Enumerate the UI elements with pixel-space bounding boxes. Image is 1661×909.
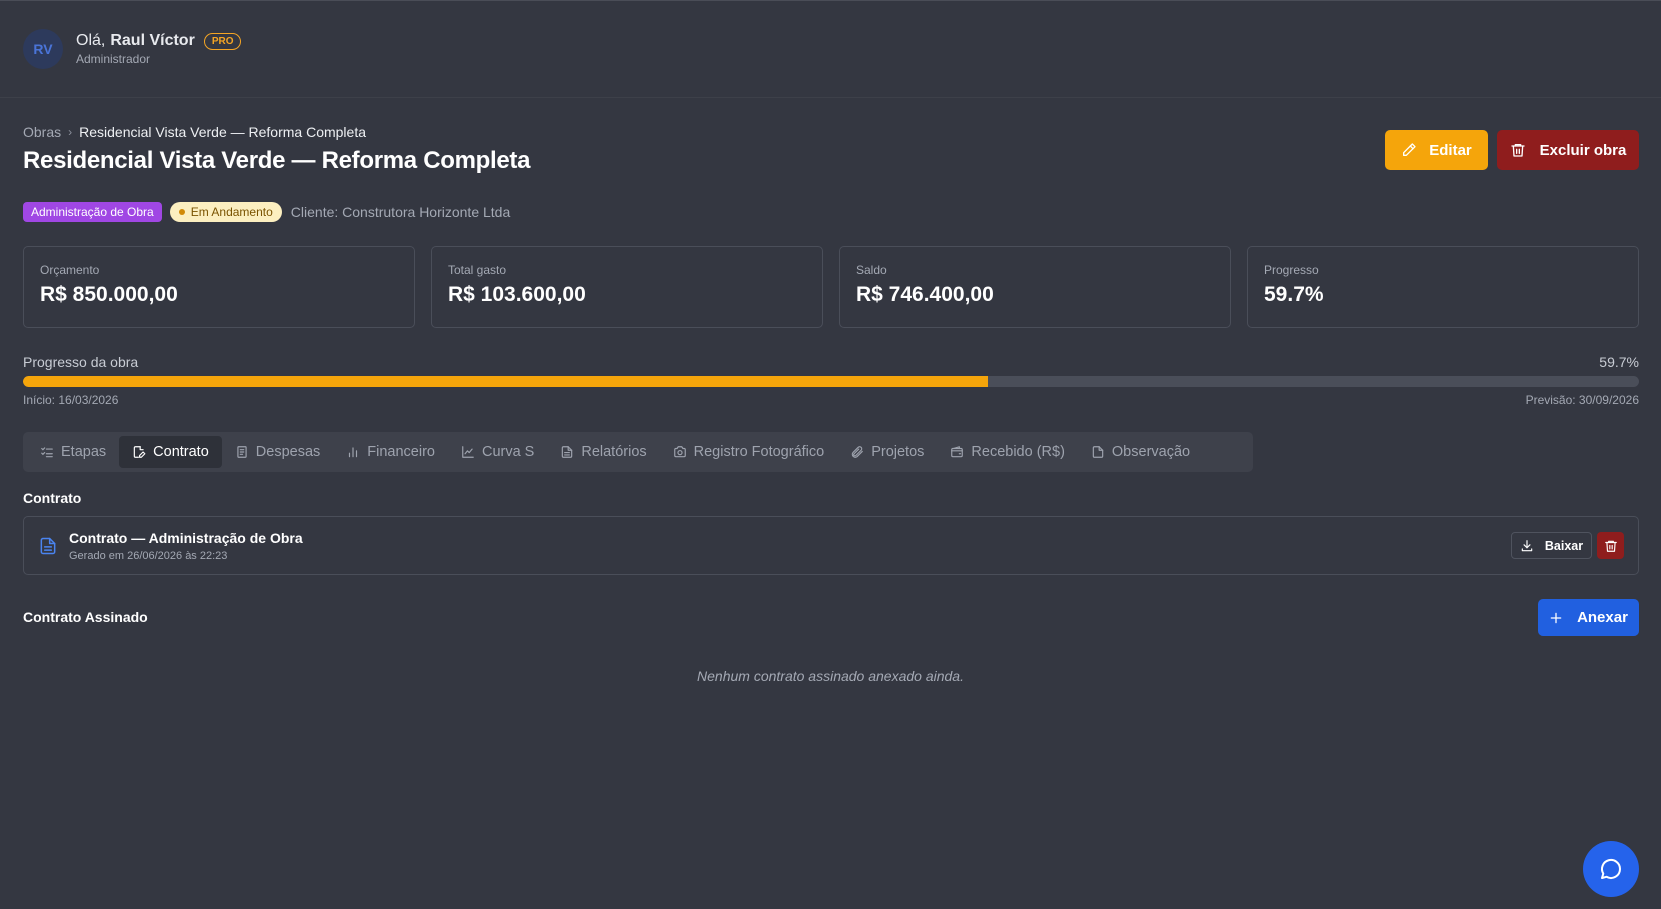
download-icon bbox=[1521, 539, 1533, 551]
delete-obra-button[interactable]: Excluir obra bbox=[1497, 130, 1639, 170]
progress-bar-fill bbox=[23, 376, 988, 387]
card-progresso: Progresso 59.7% bbox=[1247, 246, 1639, 328]
tab-label: Despesas bbox=[255, 444, 321, 460]
tab-registro-fotografico[interactable]: Registro Fotográfico bbox=[660, 436, 838, 468]
tab-label: Registro Fotográfico bbox=[693, 444, 825, 460]
breadcrumb-obras-link[interactable]: Obras bbox=[23, 124, 61, 140]
start-date: Início: 16/03/2026 bbox=[23, 393, 119, 407]
plus-icon bbox=[1550, 612, 1562, 623]
card-label: Orçamento bbox=[40, 263, 100, 277]
card-total-gasto: Total gasto R$ 103.600,00 bbox=[431, 246, 823, 328]
tab-label: Observação bbox=[1111, 444, 1191, 460]
card-value: R$ 850.000,00 bbox=[40, 283, 178, 306]
status-label: Em Andamento bbox=[190, 205, 273, 219]
pro-badge: PRO bbox=[203, 32, 242, 50]
tab-label: Projetos bbox=[871, 444, 925, 460]
type-tag: Administração de Obra bbox=[23, 202, 162, 222]
paperclip-icon bbox=[851, 446, 864, 458]
empty-state-message: Nenhum contrato assinado anexado ainda. bbox=[697, 668, 964, 684]
user-name: Raul Víctor bbox=[110, 32, 195, 49]
tab-financeiro[interactable]: Financeiro bbox=[333, 436, 448, 468]
delete-button-label: Excluir obra bbox=[1539, 141, 1627, 159]
document-icon bbox=[40, 537, 56, 554]
download-button[interactable]: Baixar bbox=[1511, 532, 1592, 559]
receipt-icon bbox=[237, 446, 247, 458]
tab-label: Financeiro bbox=[367, 444, 435, 460]
attach-button[interactable]: Anexar bbox=[1538, 599, 1639, 636]
contract-info: Contrato — Administração de Obra Gerado … bbox=[69, 530, 303, 562]
trash-icon bbox=[1604, 540, 1617, 552]
page-title: Residencial Vista Verde — Reforma Comple… bbox=[23, 147, 531, 174]
file-icon bbox=[1092, 446, 1104, 458]
edit-button[interactable]: Editar bbox=[1385, 130, 1488, 170]
tab-projetos[interactable]: Projetos bbox=[837, 436, 937, 468]
progress-bar bbox=[23, 376, 1639, 387]
tab-label: Curva S bbox=[481, 444, 535, 460]
card-label: Progresso bbox=[1264, 263, 1319, 277]
breadcrumb-current: Residencial Vista Verde — Reforma Comple… bbox=[79, 124, 367, 140]
tab-etapas[interactable]: Etapas bbox=[27, 436, 119, 468]
edit-button-label: Editar bbox=[1429, 141, 1472, 159]
breadcrumb: Obras › Residencial Vista Verde — Reform… bbox=[23, 124, 366, 140]
tab-contrato[interactable]: Contrato bbox=[119, 436, 222, 468]
contract-title: Contrato — Administração de Obra bbox=[69, 529, 303, 546]
status-badge: Em Andamento bbox=[169, 202, 282, 222]
tab-observacao[interactable]: Observação bbox=[1078, 436, 1203, 468]
line-chart-icon bbox=[462, 446, 474, 458]
camera-icon bbox=[673, 446, 686, 458]
download-button-label: Baixar bbox=[1544, 538, 1584, 553]
forecast-date: Previsão: 30/09/2026 bbox=[1525, 393, 1639, 407]
tab-relatorios[interactable]: Relatórios bbox=[547, 436, 659, 468]
card-label: Saldo bbox=[856, 263, 887, 277]
file-text-icon bbox=[562, 446, 573, 458]
chat-bubble-icon bbox=[1601, 858, 1622, 879]
contract-generated: Gerado em 26/06/2026 às 22:23 bbox=[69, 549, 228, 562]
card-orcamento: Orçamento R$ 850.000,00 bbox=[23, 246, 415, 328]
avatar[interactable]: RV bbox=[23, 29, 63, 69]
user-info: Olá, Raul Víctor PRO Administrador bbox=[76, 32, 242, 66]
summary-cards: Orçamento R$ 850.000,00 Total gasto R$ 1… bbox=[23, 246, 1639, 328]
greeting-line: Olá, Raul Víctor PRO bbox=[76, 32, 242, 50]
tab-label: Relatórios bbox=[581, 444, 647, 460]
signed-contract-title: Contrato Assinado bbox=[23, 609, 148, 625]
list-checks-icon bbox=[41, 447, 53, 458]
delete-contract-button[interactable] bbox=[1597, 532, 1624, 559]
contract-item: Contrato — Administração de Obra Gerado … bbox=[23, 516, 1639, 575]
progress-label: Progresso da obra bbox=[23, 354, 139, 370]
status-dot bbox=[178, 209, 185, 215]
wallet-icon bbox=[951, 446, 964, 458]
client-label: Cliente: Construtora Horizonte Ltda bbox=[290, 204, 511, 220]
card-value: R$ 103.600,00 bbox=[448, 283, 586, 306]
card-label: Total gasto bbox=[448, 263, 507, 277]
chat-button[interactable] bbox=[1583, 841, 1639, 897]
contract-actions: Baixar bbox=[1511, 532, 1624, 559]
file-edit-icon bbox=[133, 446, 146, 458]
tab-label: Recebido (R$) bbox=[971, 444, 1065, 460]
tab-recebido[interactable]: Recebido (R$) bbox=[937, 436, 1078, 468]
card-value: R$ 746.400,00 bbox=[856, 283, 994, 306]
tab-label: Contrato bbox=[153, 444, 209, 460]
contract-section-title: Contrato bbox=[23, 490, 82, 506]
progress-percent: 59.7% bbox=[1599, 354, 1639, 370]
tab-bar: Etapas Contrato Despesas Financeiro Curv… bbox=[23, 432, 1253, 472]
greeting: Olá, bbox=[76, 32, 106, 49]
tab-curva-s[interactable]: Curva S bbox=[448, 436, 547, 468]
chevron-right-icon: › bbox=[68, 125, 73, 139]
tab-label: Etapas bbox=[61, 444, 107, 460]
card-value: 59.7% bbox=[1264, 283, 1324, 306]
card-saldo: Saldo R$ 746.400,00 bbox=[839, 246, 1231, 328]
attach-button-label: Anexar bbox=[1577, 609, 1628, 626]
pencil-icon bbox=[1403, 143, 1416, 156]
user-role: Administrador bbox=[76, 52, 151, 66]
trash-icon bbox=[1510, 144, 1525, 157]
bar-chart-icon bbox=[349, 447, 358, 458]
tab-despesas[interactable]: Despesas bbox=[222, 436, 333, 468]
tags-row: Administração de Obra Em Andamento Clien… bbox=[23, 202, 510, 222]
top-header: RV Olá, Raul Víctor PRO Administrador bbox=[0, 1, 1661, 98]
